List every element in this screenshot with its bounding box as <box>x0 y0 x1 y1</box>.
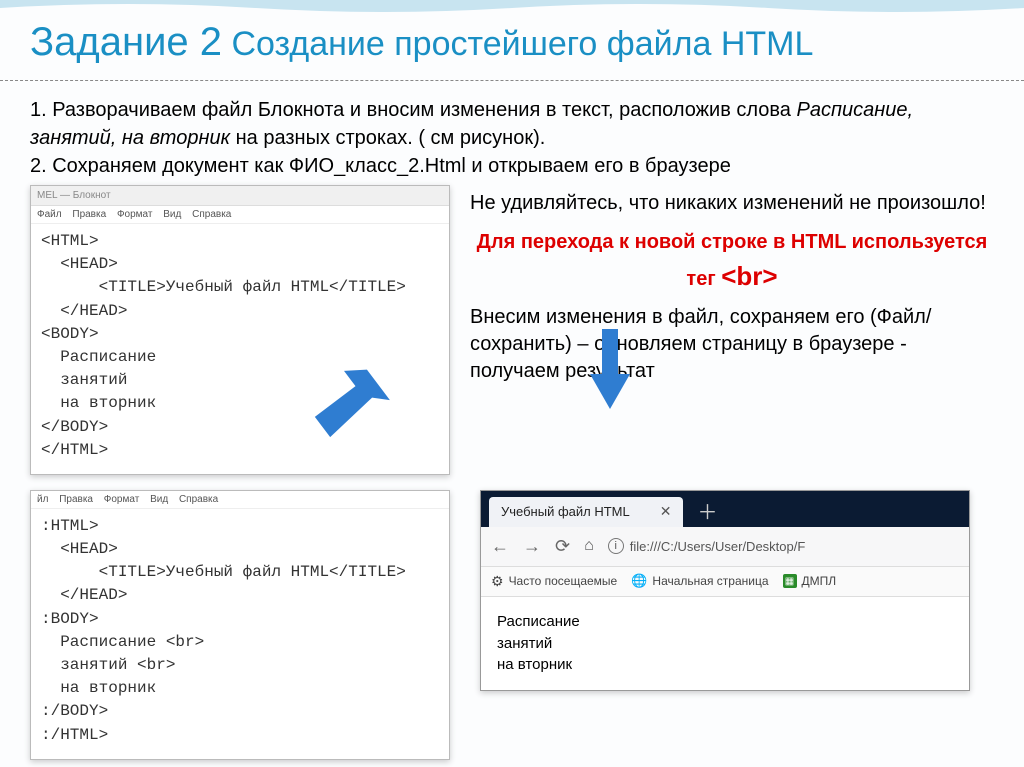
home-icon[interactable]: ⌂ <box>584 537 594 555</box>
instruction-text: 1. Разворачиваем файл Блокнота и вносим … <box>30 96 994 180</box>
forward-icon[interactable]: → <box>523 536 541 557</box>
notepad-window-2: йл Правка Формат Вид Справка :HTML> <HEA… <box>30 490 450 760</box>
bookmark-frequent[interactable]: ⚙Часто посещаемые <box>491 573 617 590</box>
reload-icon[interactable]: ⟳ <box>555 536 570 557</box>
bookmark-dmpl[interactable]: ▦ДМПЛ <box>783 574 837 588</box>
menu-help: Справка <box>192 209 231 220</box>
notepad-titlebar: MEL — Блокнот <box>31 186 449 206</box>
browser-tab[interactable]: Учебный файл HTML ✕ <box>489 497 683 527</box>
bookmarks-bar: ⚙Часто посещаемые 🌐Начальная страница ▦Д… <box>481 567 969 597</box>
title-big: Задание 2 <box>30 20 222 64</box>
decorative-wave <box>0 0 1024 12</box>
notepad-code-2: :HTML> <HEAD> <TITLE>Учебный файл HTML</… <box>31 509 449 759</box>
notepad2-menu: йл Правка Формат Вид Справка <box>31 491 449 509</box>
info-icon: i <box>608 538 624 554</box>
menu-format: Формат <box>104 494 140 505</box>
grid-icon: ▦ <box>783 574 797 588</box>
tab-title: Учебный файл HTML <box>501 504 630 519</box>
browser-page-body: Расписание занятий на вторник <box>481 597 969 690</box>
slide-title: Задание 2 Создание простейшего файла HTM… <box>0 0 1024 81</box>
url-bar[interactable]: i file:///C:/Users/User/Desktop/F <box>608 538 959 554</box>
menu-help: Справка <box>179 494 218 505</box>
menu-edit: Правка <box>59 494 93 505</box>
explain-p2: Внесим изменения в файл, сохраняем его (… <box>470 304 994 385</box>
browser-toolbar: ← → ⟳ ⌂ i file:///C:/Users/User/Desktop/… <box>481 527 969 567</box>
gear-icon: ⚙ <box>491 573 504 590</box>
br-tag-text: <br> <box>721 261 777 291</box>
bookmark-home[interactable]: 🌐Начальная страница <box>631 573 768 589</box>
url-text: file:///C:/Users/User/Desktop/F <box>630 539 806 554</box>
close-icon[interactable]: ✕ <box>660 503 672 520</box>
title-rest: Создание простейшего файла HTML <box>222 25 813 63</box>
browser-window: Учебный файл HTML ✕ ＋ ← → ⟳ ⌂ i file:///… <box>480 490 970 691</box>
red-highlight: Для перехода к новой строке в HTML испол… <box>470 227 994 296</box>
instr-2: 2. Сохраняем документ как ФИО_класс_2.Ht… <box>30 155 731 177</box>
menu-file: Файл <box>37 209 62 220</box>
menu-format: Формат <box>117 209 153 220</box>
arrow-diagonal-icon <box>308 359 398 449</box>
arrow-down-icon <box>590 329 630 409</box>
menu-view: Вид <box>150 494 168 505</box>
new-tab-button[interactable]: ＋ <box>683 496 731 525</box>
instr-1a: 1. Разворачиваем файл Блокнота и вносим … <box>30 99 796 121</box>
explain-p1: Не удивляйтесь, что никаких изменений не… <box>470 190 994 217</box>
notepad-menu: Файл Правка Формат Вид Справка <box>31 206 449 224</box>
menu-edit: Правка <box>72 209 106 220</box>
browser-tab-strip: Учебный файл HTML ✕ ＋ <box>481 491 969 527</box>
explanation-block: Не удивляйтесь, что никаких изменений не… <box>470 185 994 385</box>
menu-file: йл <box>37 494 48 505</box>
back-icon[interactable]: ← <box>491 536 509 557</box>
globe-icon: 🌐 <box>631 573 647 589</box>
instr-1b: на разных строках. ( см рисунок). <box>230 127 545 149</box>
menu-view: Вид <box>163 209 181 220</box>
